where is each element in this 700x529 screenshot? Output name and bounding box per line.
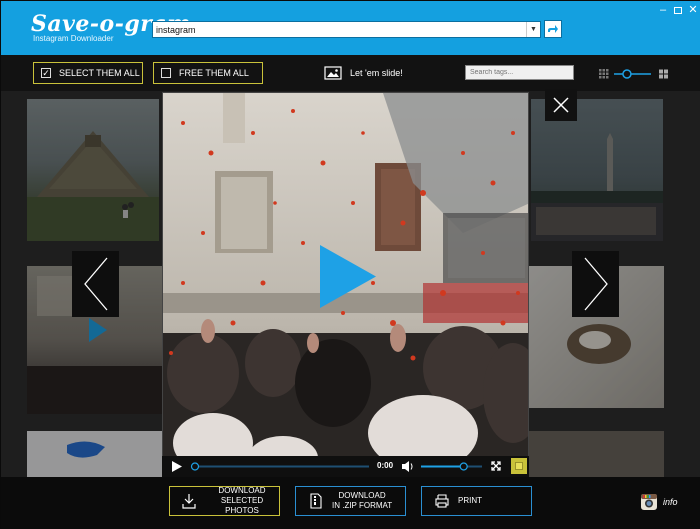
photo-thumbnail[interactable] (27, 431, 162, 477)
download-zip-label-2: IN .ZIP FORMAT (332, 501, 393, 510)
free-all-label: FREE THEM ALL (179, 68, 249, 78)
download-selected-button[interactable]: DOWNLOAD SELECTED PHOTOS (169, 486, 280, 516)
print-button[interactable]: PRINT (421, 486, 532, 516)
volume-thumb[interactable] (459, 462, 468, 471)
slideshow-label: Let 'em slide! (350, 68, 403, 78)
header-bar: Save-o-gram Instagram Downloader ▼ – ✕ (1, 1, 700, 55)
previous-button[interactable] (72, 251, 119, 317)
fullscreen-icon[interactable] (491, 461, 501, 471)
thumbnail-size-control (599, 67, 669, 79)
photo-thumbnail[interactable] (27, 99, 159, 241)
account-search-input[interactable] (153, 22, 525, 37)
maximize-button[interactable] (671, 4, 685, 16)
seek-thumb[interactable] (190, 462, 200, 471)
next-button[interactable] (572, 251, 619, 317)
download-zip-label-1: DOWNLOAD (338, 491, 386, 500)
media-viewer[interactable] (162, 92, 529, 477)
volume-icon[interactable] (402, 461, 413, 472)
image-icon (324, 66, 342, 80)
download-selected-label-1: DOWNLOAD (218, 486, 266, 495)
info-label: info (663, 497, 678, 507)
bottom-action-bar: DOWNLOAD SELECTED PHOTOS DOWNLOAD IN .ZI… (1, 477, 700, 529)
close-window-button[interactable]: ✕ (686, 4, 700, 16)
play-icon[interactable] (172, 461, 182, 472)
chevron-down-icon[interactable]: ▼ (526, 22, 540, 37)
app-window: Save-o-gram Instagram Downloader ▼ – ✕ ✓… (0, 0, 700, 529)
close-viewer-button[interactable] (545, 89, 577, 121)
free-all-button[interactable]: FREE THEM ALL (153, 62, 263, 84)
video-controls: 0:00 (162, 456, 529, 477)
stop-icon (515, 462, 523, 470)
download-selected-label-2: SELECTED PHOTOS (220, 496, 264, 515)
grid-large-icon[interactable] (659, 69, 668, 79)
printer-icon (435, 494, 449, 508)
minimize-button[interactable]: – (656, 4, 670, 16)
download-zip-button[interactable]: DOWNLOAD IN .ZIP FORMAT (295, 486, 406, 516)
chevron-right-icon (584, 257, 608, 311)
slideshow-button[interactable]: Let 'em slide! (324, 64, 403, 82)
chevron-left-icon (83, 257, 107, 311)
zoom-slider-thumb[interactable] (622, 69, 632, 79)
video-time: 0:00 (377, 461, 394, 470)
video-frame (163, 93, 528, 476)
go-button[interactable] (544, 20, 562, 38)
download-icon (182, 494, 197, 509)
instagram-icon (641, 494, 657, 510)
checkbox-empty-icon (161, 68, 171, 78)
grid-small-icon[interactable] (599, 69, 609, 79)
arrow-right-icon (548, 25, 558, 33)
photo-thumbnail[interactable] (529, 431, 664, 477)
maximize-icon (674, 6, 682, 14)
app-logo-subtitle: Instagram Downloader (33, 34, 114, 43)
close-icon (553, 97, 569, 113)
tag-search-input[interactable] (465, 65, 574, 80)
checkbox-checked-icon: ✓ (41, 67, 51, 78)
account-search-box: ▼ (152, 21, 541, 38)
zip-file-icon (310, 493, 322, 509)
select-all-label: SELECT THEM ALL (59, 68, 140, 78)
print-label: PRINT (458, 496, 482, 505)
info-button[interactable]: info (640, 493, 678, 511)
select-all-button[interactable]: ✓ SELECT THEM ALL (33, 62, 143, 84)
